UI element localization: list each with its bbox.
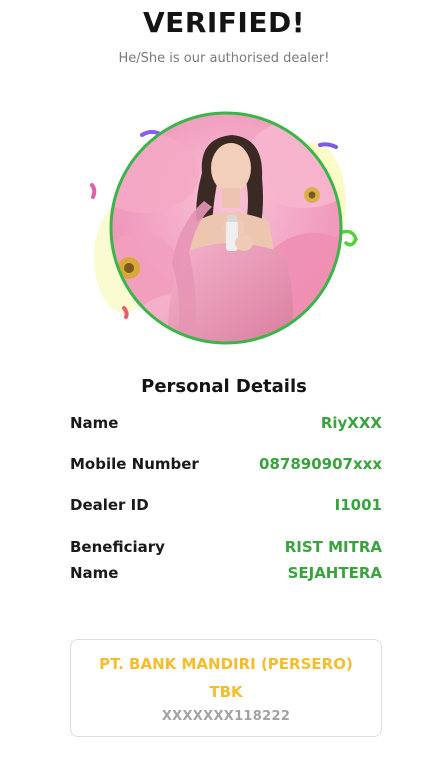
confetti-purple-right bbox=[318, 142, 338, 149]
detail-row-mobile: Mobile Number 087890907xxx bbox=[70, 451, 382, 477]
confetti-pink-left bbox=[90, 183, 97, 199]
bank-name: PT. BANK MANDIRI (PERSERO) TBK bbox=[99, 655, 353, 701]
page-title: VERIFIED! bbox=[143, 6, 305, 39]
dealer-id-label: Dealer ID bbox=[70, 496, 149, 514]
confetti-green-right bbox=[338, 229, 358, 247]
name-label: Name bbox=[70, 414, 119, 432]
mobile-value: 087890907xxx bbox=[259, 455, 382, 473]
mobile-label: Mobile Number bbox=[70, 455, 199, 473]
dealer-id-value: I1001 bbox=[334, 496, 382, 514]
confetti-purple-top bbox=[140, 129, 160, 137]
dealer-photo bbox=[90, 111, 358, 345]
detail-row-dealer-id: Dealer ID I1001 bbox=[70, 492, 382, 518]
beneficiary-label: Beneficiary Name bbox=[70, 538, 165, 582]
bank-card: PT. BANK MANDIRI (PERSERO) TBK XXXXXXX11… bbox=[70, 639, 382, 737]
name-value: RiyXXX bbox=[320, 414, 382, 432]
bank-account-number: XXXXXXX118222 bbox=[161, 709, 291, 724]
beneficiary-value: RIST MITRA SEJAHTERA bbox=[284, 538, 382, 582]
page-subtitle: He/She is our authorised dealer! bbox=[118, 51, 330, 66]
detail-row-name: Name RiyXXX bbox=[70, 410, 382, 436]
confetti-red-left bbox=[122, 306, 129, 319]
profile-photo-area bbox=[84, 103, 364, 353]
verification-page: VERIFIED! He/She is our authorised deale… bbox=[0, 0, 448, 778]
personal-details-heading: Personal Details bbox=[141, 376, 307, 397]
detail-row-beneficiary: Beneficiary Name RIST MITRA SEJAHTERA bbox=[70, 534, 382, 586]
